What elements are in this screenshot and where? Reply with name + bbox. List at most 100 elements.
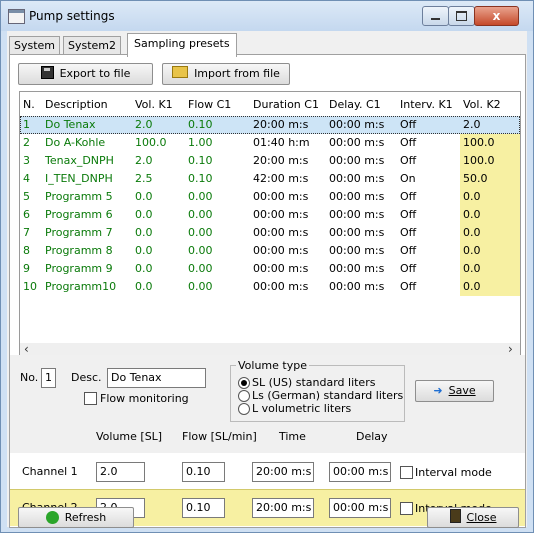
cell-delay-c1[interactable]: 00:00 m:s (326, 242, 399, 260)
cell-vol-k1[interactable]: 0.0 (132, 278, 187, 296)
radio-l-volumetric-liters[interactable] (238, 403, 250, 415)
cell-vol-k1[interactable]: 0.0 (132, 260, 187, 278)
table-row[interactable]: 8 Programm 8 0.0 0.00 00:00 m:s 00:00 m:s Off 0… (20, 242, 520, 260)
cell-vol-k2[interactable]: 0.0 (460, 260, 520, 278)
cell-flow-c1[interactable]: 0.00 (185, 260, 252, 278)
cell-vol-k2[interactable]: 0.0 (460, 224, 520, 242)
table-row[interactable]: 6 Programm 6 0.0 0.00 00:00 m:s 00:00 m:s Off 0… (20, 206, 520, 224)
header-vol-k1[interactable]: Vol. K1 (132, 96, 187, 114)
cell-vol-k2[interactable]: 100.0 (460, 134, 520, 152)
cell-vol-k1[interactable]: 2.5 (132, 170, 187, 188)
cell-number[interactable]: 7 (23, 224, 41, 242)
cell-delay-c1[interactable]: 00:00 m:s (326, 260, 399, 278)
cell-vol-k1[interactable]: 0.0 (132, 242, 187, 260)
cell-description[interactable]: Tenax_DNPH (41, 152, 133, 170)
cell-flow-c1[interactable]: 0.00 (185, 278, 252, 296)
export-to-file-button[interactable]: Export to file (18, 63, 153, 85)
maximize-button[interactable] (448, 6, 475, 26)
table-row[interactable]: 5 Programm 5 0.0 0.00 00:00 m:s 00:00 m:s Off 0… (20, 188, 520, 206)
cell-duration-c1[interactable]: 20:00 m:s (250, 152, 328, 170)
table-row[interactable]: 1 Do Tenax 2.0 0.10 20:00 m:s 00:00 m:s Off 2.0 (20, 116, 520, 134)
cell-duration-c1[interactable]: 00:00 m:s (250, 260, 328, 278)
cell-number[interactable]: 2 (23, 134, 41, 152)
cell-interval-k1[interactable]: Off (397, 134, 462, 152)
refresh-button[interactable]: Refresh (18, 507, 134, 528)
channel-2-time-field[interactable]: 20:00 m:s (252, 498, 314, 518)
cell-number[interactable]: 4 (23, 170, 41, 188)
cell-description[interactable]: Programm 6 (41, 206, 133, 224)
cell-description[interactable]: Programm 5 (41, 188, 133, 206)
header-flow-c1[interactable]: Flow C1 (185, 96, 252, 114)
cell-vol-k2[interactable]: 50.0 (460, 170, 520, 188)
cell-flow-c1[interactable]: 0.10 (185, 152, 252, 170)
description-field[interactable]: Do Tenax (107, 368, 206, 388)
header-duration-c1[interactable]: Duration C1 (250, 96, 328, 114)
cell-description[interactable]: Do A-Kohle (41, 134, 133, 152)
cell-number[interactable]: 1 (23, 116, 41, 134)
cell-description[interactable]: I_TEN_DNPH (41, 170, 133, 188)
cell-vol-k1[interactable]: 2.0 (132, 116, 187, 134)
close-button[interactable]: Close (427, 507, 519, 528)
cell-delay-c1[interactable]: 00:00 m:s (326, 152, 399, 170)
channel-2-delay-field[interactable]: 00:00 m:s (329, 498, 391, 518)
cell-delay-c1[interactable]: 00:00 m:s (326, 224, 399, 242)
preset-number-field[interactable]: 1 (41, 368, 56, 388)
channel-1-flow-field[interactable]: 0.10 (182, 462, 225, 482)
channel-1-volume-field[interactable]: 2.0 (96, 462, 145, 482)
header-description[interactable]: Description (41, 96, 133, 114)
table-row[interactable]: 10 Programm10 0.0 0.00 00:00 m:s 00:00 m:s Off… (20, 278, 520, 296)
cell-flow-c1[interactable]: 0.00 (185, 224, 252, 242)
header-interval-k1[interactable]: Interv. K1 (397, 96, 462, 114)
cell-description[interactable]: Do Tenax (41, 116, 133, 134)
cell-duration-c1[interactable]: 00:00 m:s (250, 278, 328, 296)
cell-vol-k2[interactable]: 0.0 (460, 242, 520, 260)
channel-1-time-field[interactable]: 20:00 m:s (252, 462, 314, 482)
table-row[interactable]: 3 Tenax_DNPH 2.0 0.10 20:00 m:s 00:00 m:s Off 1… (20, 152, 520, 170)
channel-2-flow-field[interactable]: 0.10 (182, 498, 225, 518)
cell-number[interactable]: 10 (23, 278, 41, 296)
table-row[interactable]: 4 I_TEN_DNPH 2.5 0.10 42:00 m:s 00:00 m:s On 50… (20, 170, 520, 188)
cell-interval-k1[interactable]: Off (397, 188, 462, 206)
channel-1-delay-field[interactable]: 00:00 m:s (329, 462, 391, 482)
cell-vol-k1[interactable]: 0.0 (132, 206, 187, 224)
cell-flow-c1[interactable]: 1.00 (185, 134, 252, 152)
cell-duration-c1[interactable]: 00:00 m:s (250, 188, 328, 206)
cell-delay-c1[interactable]: 00:00 m:s (326, 206, 399, 224)
cell-number[interactable]: 5 (23, 188, 41, 206)
channel-1-interval-checkbox[interactable] (400, 466, 413, 479)
cell-delay-c1[interactable]: 00:00 m:s (326, 170, 399, 188)
table-row[interactable]: 9 Programm 9 0.0 0.00 00:00 m:s 00:00 m:s Off 0… (20, 260, 520, 278)
cell-vol-k1[interactable]: 2.0 (132, 152, 187, 170)
cell-duration-c1[interactable]: 42:00 m:s (250, 170, 328, 188)
cell-vol-k2[interactable]: 0.0 (460, 188, 520, 206)
cell-flow-c1[interactable]: 0.00 (185, 188, 252, 206)
minimize-button[interactable] (422, 6, 449, 26)
cell-duration-c1[interactable]: 00:00 m:s (250, 242, 328, 260)
cell-vol-k2[interactable]: 0.0 (460, 278, 520, 296)
table-row[interactable]: 2 Do A-Kohle 100.0 1.00 01:40 h:m 00:00 m:s Of… (20, 134, 520, 152)
cell-interval-k1[interactable]: Off (397, 260, 462, 278)
cell-interval-k1[interactable]: Off (397, 278, 462, 296)
cell-vol-k2[interactable]: 2.0 (460, 116, 520, 134)
cell-flow-c1[interactable]: 0.10 (185, 170, 252, 188)
cell-duration-c1[interactable]: 00:00 m:s (250, 224, 328, 242)
radio-ls-standard-liters[interactable] (238, 390, 250, 402)
tab-system2[interactable]: System2 (63, 36, 122, 56)
scroll-right-icon[interactable]: › (508, 342, 513, 356)
flow-monitoring-checkbox[interactable] (84, 392, 97, 405)
table-row[interactable]: 7 Programm 7 0.0 0.00 00:00 m:s 00:00 m:s Off 0… (20, 224, 520, 242)
cell-interval-k1[interactable]: Off (397, 206, 462, 224)
cell-number[interactable]: 3 (23, 152, 41, 170)
cell-interval-k1[interactable]: Off (397, 224, 462, 242)
cell-duration-c1[interactable]: 20:00 m:s (250, 116, 328, 134)
cell-delay-c1[interactable]: 00:00 m:s (326, 134, 399, 152)
save-button[interactable]: ➜ Save (415, 380, 494, 402)
cell-duration-c1[interactable]: 01:40 h:m (250, 134, 328, 152)
cell-interval-k1[interactable]: Off (397, 242, 462, 260)
channel-2-interval-checkbox[interactable] (400, 502, 413, 515)
cell-vol-k1[interactable]: 0.0 (132, 188, 187, 206)
cell-vol-k1[interactable]: 0.0 (132, 224, 187, 242)
tab-sampling-presets[interactable]: Sampling presets (127, 33, 237, 57)
presets-table[interactable]: N. Description Vol. K1 Flow C1 Duration … (19, 91, 521, 345)
cell-vol-k2[interactable]: 100.0 (460, 152, 520, 170)
